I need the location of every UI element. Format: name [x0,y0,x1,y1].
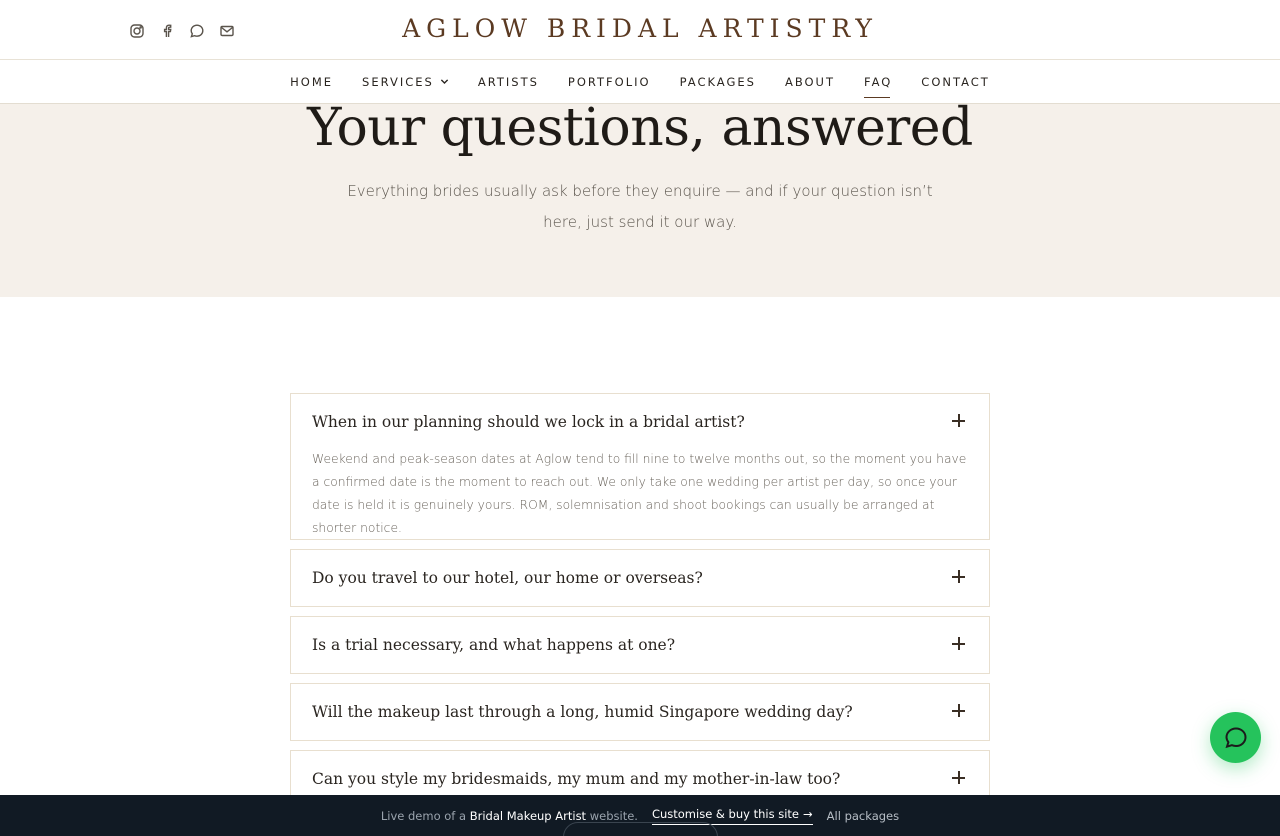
chevron-down-icon [440,79,448,84]
nav-item-faq[interactable]: FAQ [850,60,907,104]
faq-question: Do you travel to our hotel, our home or … [312,569,703,587]
faq-item: When in our planning should we lock in a… [290,393,990,540]
page-subtitle: Everything brides usually ask before the… [347,182,933,231]
faq-question: Is a trial necessary, and what happens a… [312,636,676,654]
plus-icon[interactable] [951,569,967,585]
page-title: Your questions, answered [307,98,973,158]
chat-bubble-icon [1224,726,1247,748]
toolbar-outline [563,822,718,836]
demo-prefix: Live demo of a [380,808,467,823]
nav-item-portfolio[interactable]: PORTFOLIO [553,60,665,104]
faq-list: When in our planning should we lock in a… [290,393,990,817]
nav-item-packages[interactable]: PACKAGES [665,60,770,104]
faq-item: Is a trial necessary, and what happens a… [290,616,990,674]
nav-item-services-label: SERVICES [362,74,434,89]
nav-item-contact[interactable]: CONTACT [907,60,1005,104]
faq-item: Do you travel to our hotel, our home or … [290,549,990,607]
demo-suffix: website. [589,808,638,823]
hero-section: Your questions, answered Everything brid… [0,98,1280,297]
plus-icon[interactable] [951,636,967,652]
faq-item: Will the makeup last through a long, hum… [290,683,990,741]
chat-button[interactable] [1210,712,1261,763]
arrow-right-icon: → [803,806,813,821]
demo-text: Live demo of a Bridal Makeup Artist webs… [381,809,638,823]
plus-icon[interactable] [951,413,967,429]
customise-buy-label: Customise & buy this site [651,806,800,821]
faq-question: Can you style my bridesmaids, my mum and… [312,770,841,788]
faq-answer: Weekend and peak-season dates at Aglow t… [312,452,967,535]
faq-question: Will the makeup last through a long, hum… [312,703,853,721]
faq-question-button[interactable]: Do you travel to our hotel, our home or … [291,550,989,606]
plus-icon[interactable] [951,703,967,719]
nav-item-artists[interactable]: ARTISTS [463,60,553,104]
faq-question: When in our planning should we lock in a… [312,413,745,431]
all-packages-link[interactable]: All packages [827,809,899,823]
demo-site-type: Bridal Makeup Artist [469,808,587,823]
brand-logo[interactable]: AGLOW BRIDAL ARTISTRY [0,14,1280,43]
nav-item-about[interactable]: ABOUT [770,60,849,104]
faq-question-button[interactable]: Will the makeup last through a long, hum… [291,684,989,740]
nav-item-services[interactable]: SERVICES [348,60,464,104]
nav-item-home[interactable]: HOME [276,60,348,104]
plus-icon[interactable] [951,770,967,786]
faq-question-button[interactable]: Is a trial necessary, and what happens a… [291,617,989,673]
faq-question-button[interactable]: When in our planning should we lock in a… [291,394,989,450]
top-header: AGLOW BRIDAL ARTISTRY [0,0,1280,60]
